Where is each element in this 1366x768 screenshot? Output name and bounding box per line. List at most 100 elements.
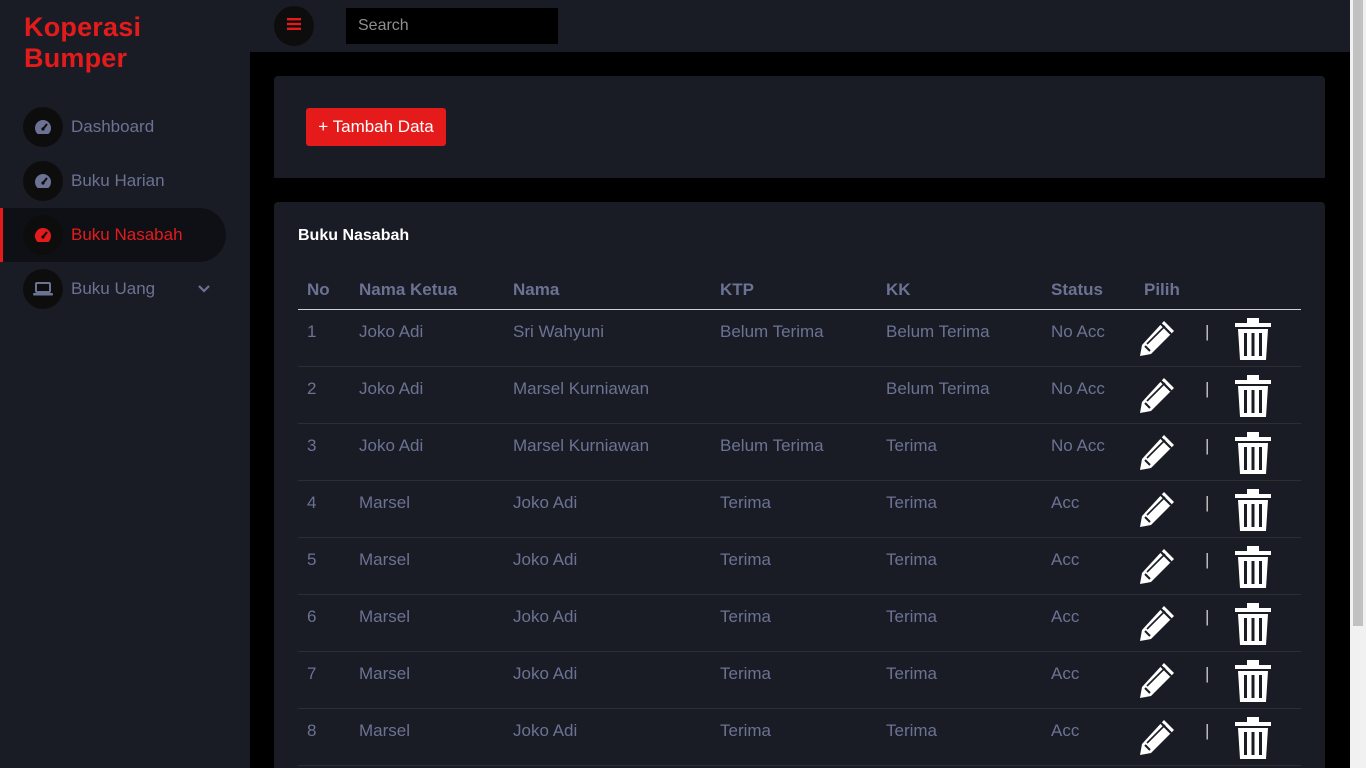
row-actions: | — [1135, 488, 1301, 536]
cell-no: 8 — [298, 708, 350, 766]
topbar — [250, 0, 1350, 52]
scrollbar-thumb[interactable] — [1353, 0, 1363, 626]
cell-nama-ketua: Marsel — [350, 594, 504, 652]
cell-pilih: | — [1135, 480, 1301, 538]
menu-toggle-button[interactable] — [274, 6, 314, 46]
cell-nama-ketua: Marsel — [350, 708, 504, 766]
cell-status: Acc — [1042, 480, 1135, 538]
delete-trash-icon[interactable] — [1209, 431, 1272, 479]
cell-nama: Joko Adi — [504, 537, 711, 595]
delete-trash-icon[interactable] — [1209, 488, 1272, 536]
cell-pilih: | — [1135, 423, 1301, 481]
cell-kk: Terima — [877, 651, 1042, 709]
cell-pilih: | — [1135, 537, 1301, 595]
hamburger-icon — [287, 17, 301, 35]
chevron-down-icon[interactable] — [198, 281, 210, 299]
edit-pencil-icon[interactable] — [1137, 432, 1177, 477]
cell-kk: Terima — [877, 480, 1042, 538]
table-card: Buku Nasabah No Nama Ketua Nama KTP KK S… — [274, 202, 1325, 768]
cell-nama-ketua: Marsel — [350, 651, 504, 709]
cell-no: 5 — [298, 537, 350, 595]
cell-kk: Belum Terima — [877, 366, 1042, 424]
cell-pilih: | — [1135, 309, 1301, 367]
edit-pencil-icon[interactable] — [1137, 717, 1177, 762]
sidebar-item-label: Buku Nasabah — [71, 225, 183, 244]
search-input[interactable] — [346, 8, 558, 44]
cell-nama: Joko Adi — [504, 480, 711, 538]
cell-no: 7 — [298, 651, 350, 709]
table-title: Buku Nasabah — [298, 227, 410, 244]
cell-status: No Acc — [1042, 366, 1135, 424]
speedometer-icon — [23, 161, 63, 201]
cell-ktp: Terima — [711, 594, 877, 652]
edit-pencil-icon[interactable] — [1137, 318, 1177, 363]
column-header-nama: Nama — [504, 272, 711, 310]
sidebar-item-buku-uang[interactable]: Buku Uang — [0, 262, 250, 316]
table-row: 5 Marsel Joko Adi Terima Terima Acc | — [298, 537, 1301, 595]
table-row: 3 Joko Adi Marsel Kurniawan Belum Terima Ter… — [298, 423, 1301, 481]
speedometer-icon — [23, 215, 63, 255]
column-header-pilih: Pilih — [1135, 272, 1301, 310]
cell-no: 1 — [298, 309, 350, 367]
cell-nama-ketua: Joko Adi — [350, 366, 504, 424]
cell-nama-ketua: Marsel — [350, 480, 504, 538]
cell-kk: Terima — [877, 708, 1042, 766]
delete-trash-icon[interactable] — [1209, 317, 1272, 365]
sidebar-item-dashboard[interactable]: Dashboard — [0, 100, 250, 154]
delete-trash-icon[interactable] — [1209, 659, 1272, 707]
cell-ktp: Belum Terima — [711, 423, 877, 481]
row-actions: | — [1135, 317, 1301, 365]
column-header-kk: KK — [877, 272, 1042, 310]
cell-nama: Sri Wahyuni — [504, 309, 711, 367]
table-row: 1 Joko Adi Sri Wahyuni Belum Terima Belum Te… — [298, 309, 1301, 367]
edit-pencil-icon[interactable] — [1137, 546, 1177, 591]
cell-nama: Marsel Kurniawan — [504, 423, 711, 481]
cell-status: Acc — [1042, 651, 1135, 709]
delete-trash-icon[interactable] — [1209, 602, 1272, 650]
delete-trash-icon[interactable] — [1209, 374, 1272, 422]
cell-nama-ketua: Joko Adi — [350, 309, 504, 367]
nasabah-table: No Nama Ketua Nama KTP KK Status Pilih 1… — [298, 272, 1301, 766]
cell-no: 6 — [298, 594, 350, 652]
cell-kk: Terima — [877, 594, 1042, 652]
cell-nama-ketua: Joko Adi — [350, 423, 504, 481]
cell-nama: Joko Adi — [504, 594, 711, 652]
row-actions: | — [1135, 431, 1301, 479]
cell-kk: Terima — [877, 423, 1042, 481]
sidebar-item-label: Buku Uang — [71, 279, 156, 298]
cell-status: Acc — [1042, 594, 1135, 652]
cell-nama: Joko Adi — [504, 708, 711, 766]
sidebar-nav: Dashboard Buku Harian Buku Nasabah Buku … — [0, 100, 250, 316]
edit-pencil-icon[interactable] — [1137, 660, 1177, 705]
sidebar-item-buku-nasabah[interactable]: Buku Nasabah — [0, 208, 226, 262]
edit-pencil-icon[interactable] — [1137, 489, 1177, 534]
cell-pilih: | — [1135, 594, 1301, 652]
sidebar-item-buku-harian[interactable]: Buku Harian — [0, 154, 250, 208]
delete-trash-icon[interactable] — [1209, 545, 1272, 593]
table-row: 4 Marsel Joko Adi Terima Terima Acc | — [298, 480, 1301, 538]
row-actions: | — [1135, 374, 1301, 422]
scrollbar[interactable] — [1350, 0, 1366, 768]
sidebar-item-label: Dashboard — [71, 117, 155, 136]
cell-no: 3 — [298, 423, 350, 481]
cell-status: Acc — [1042, 537, 1135, 595]
cell-ktp — [711, 366, 877, 424]
cell-pilih: | — [1135, 708, 1301, 766]
laptop-icon — [23, 269, 63, 309]
column-header-no: No — [298, 272, 350, 310]
edit-pencil-icon[interactable] — [1137, 375, 1177, 420]
cell-status: Acc — [1042, 708, 1135, 766]
edit-pencil-icon[interactable] — [1137, 603, 1177, 648]
table-row: 2 Joko Adi Marsel Kurniawan Belum Terima No … — [298, 366, 1301, 424]
cell-kk: Belum Terima — [877, 309, 1042, 367]
cell-nama-ketua: Marsel — [350, 537, 504, 595]
cell-no: 2 — [298, 366, 350, 424]
brand-logo[interactable]: Koperasi Bumper — [24, 12, 250, 74]
cell-ktp: Belum Terima — [711, 309, 877, 367]
column-header-status: Status — [1042, 272, 1135, 310]
cell-status: No Acc — [1042, 423, 1135, 481]
cell-nama: Marsel Kurniawan — [504, 366, 711, 424]
add-data-button[interactable]: + Tambah Data — [306, 108, 446, 146]
delete-trash-icon[interactable] — [1209, 716, 1272, 764]
cell-kk: Terima — [877, 537, 1042, 595]
